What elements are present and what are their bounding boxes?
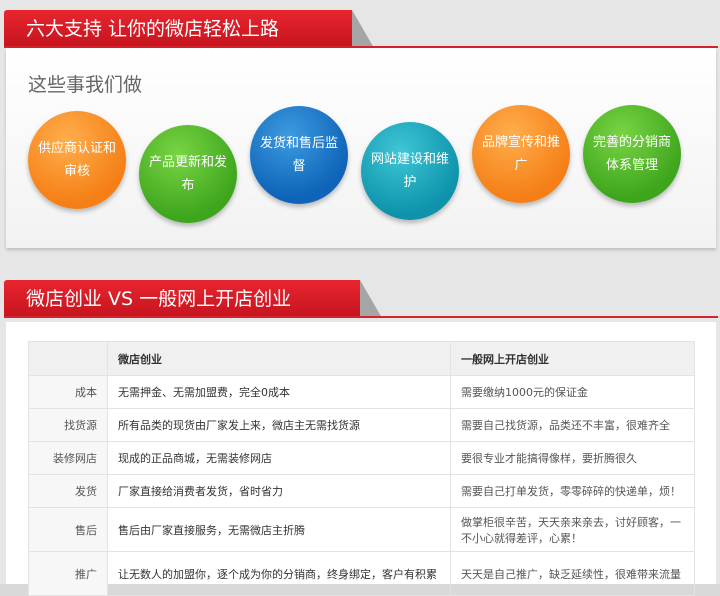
general-cell: 需要自己打单发货，零零碎碎的快递单，烦！ — [450, 474, 695, 508]
section1-subtitle: 这些事我们做 — [28, 74, 143, 96]
table-header-empty — [28, 341, 108, 376]
table-row: 售后 售后由厂家直接服务，无需微店主折腾 做掌柜很辛苦，天天亲来亲去，讨好顾客，… — [28, 507, 695, 552]
support-item-branding[interactable]: 品牌宣传和推广 — [472, 105, 570, 203]
row-label: 售后 — [28, 507, 108, 552]
comparison-panel: 微店创业 一般网上开店创业 成本 无需押金、无需加盟费，完全0成本 需要缴纳10… — [6, 322, 716, 596]
row-label: 推广 — [28, 551, 108, 596]
weidian-cell: 售后由厂家直接服务，无需微店主折腾 — [107, 507, 451, 552]
table-row: 装修网店 现成的正品商城，无需装修网店 要很专业才能搞得像样，要折腾很久 — [28, 441, 695, 475]
weidian-cell: 厂家直接给消费者发货，省时省力 — [107, 474, 451, 508]
support-item-supplier[interactable]: 供应商认证和审核 — [28, 111, 126, 209]
general-cell: 需要缴纳1000元的保证金 — [450, 375, 695, 409]
support-item-products[interactable]: 产品更新和发布 — [139, 125, 237, 223]
section2-divider — [4, 316, 718, 318]
section2-banner: 微店创业 VS 一般网上开店创业 — [4, 280, 360, 318]
banner-tail-decoration — [360, 280, 382, 318]
support-item-label: 供应商认证和审核 — [37, 141, 116, 179]
weidian-cell: 让无数人的加盟你，逐个成为你的分销商，终身绑定，客户有积累 — [107, 551, 451, 596]
support-item-distribution[interactable]: 完善的分销商体系管理 — [583, 105, 681, 203]
general-cell: 做掌柜很辛苦，天天亲来亲去，讨好顾客，一不小心就得差评，心累！ — [450, 507, 695, 552]
table-row: 发货 厂家直接给消费者发货，省时省力 需要自己打单发货，零零碎碎的快递单，烦！ — [28, 474, 695, 508]
support-item-shipping[interactable]: 发货和售后监督 — [250, 106, 348, 204]
support-item-label: 网站建设和维护 — [370, 152, 449, 190]
comparison-table: 微店创业 一般网上开店创业 成本 无需押金、无需加盟费，完全0成本 需要缴纳10… — [28, 341, 695, 596]
table-row: 找货源 所有品类的现货由厂家发上来，微店主无需找货源 需要自己找货源，品类还不丰… — [28, 408, 695, 442]
support-item-label: 产品更新和发布 — [148, 155, 227, 193]
table-header-general: 一般网上开店创业 — [450, 341, 695, 376]
section1-banner: 六大支持 让你的微店轻松上路 — [4, 10, 352, 48]
section2-title: 微店创业 VS 一般网上开店创业 — [26, 288, 292, 310]
general-cell: 需要自己找货源，品类还不丰富，很难齐全 — [450, 408, 695, 442]
section1-title: 六大支持 让你的微店轻松上路 — [26, 18, 280, 40]
weidian-cell: 无需押金、无需加盟费，完全0成本 — [107, 375, 451, 409]
support-item-website[interactable]: 网站建设和维护 — [361, 122, 459, 220]
table-header-weidian: 微店创业 — [107, 341, 451, 376]
table-row: 推广 让无数人的加盟你，逐个成为你的分销商，终身绑定，客户有积累 天天是自己推广… — [28, 551, 695, 596]
table-row: 成本 无需押金、无需加盟费，完全0成本 需要缴纳1000元的保证金 — [28, 375, 695, 409]
support-item-label: 品牌宣传和推广 — [481, 135, 560, 173]
weidian-cell: 现成的正品商城，无需装修网店 — [107, 441, 451, 475]
row-label: 装修网店 — [28, 441, 108, 475]
support-panel: 这些事我们做 供应商认证和审核 产品更新和发布 发货和售后监督 网站建设和维护 … — [6, 48, 716, 248]
support-item-label: 完善的分销商体系管理 — [592, 135, 671, 173]
weidian-cell: 所有品类的现货由厂家发上来，微店主无需找货源 — [107, 408, 451, 442]
page: 六大支持 让你的微店轻松上路 这些事我们做 供应商认证和审核 产品更新和发布 发… — [0, 0, 720, 596]
general-cell: 天天是自己推广，缺乏延续性，很难带来流量 — [450, 551, 695, 596]
table-header-row: 微店创业 一般网上开店创业 — [28, 341, 695, 376]
row-label: 成本 — [28, 375, 108, 409]
support-item-label: 发货和售后监督 — [259, 136, 338, 174]
general-cell: 要很专业才能搞得像样，要折腾很久 — [450, 441, 695, 475]
row-label: 发货 — [28, 474, 108, 508]
banner-tail-decoration — [352, 10, 374, 48]
row-label: 找货源 — [28, 408, 108, 442]
